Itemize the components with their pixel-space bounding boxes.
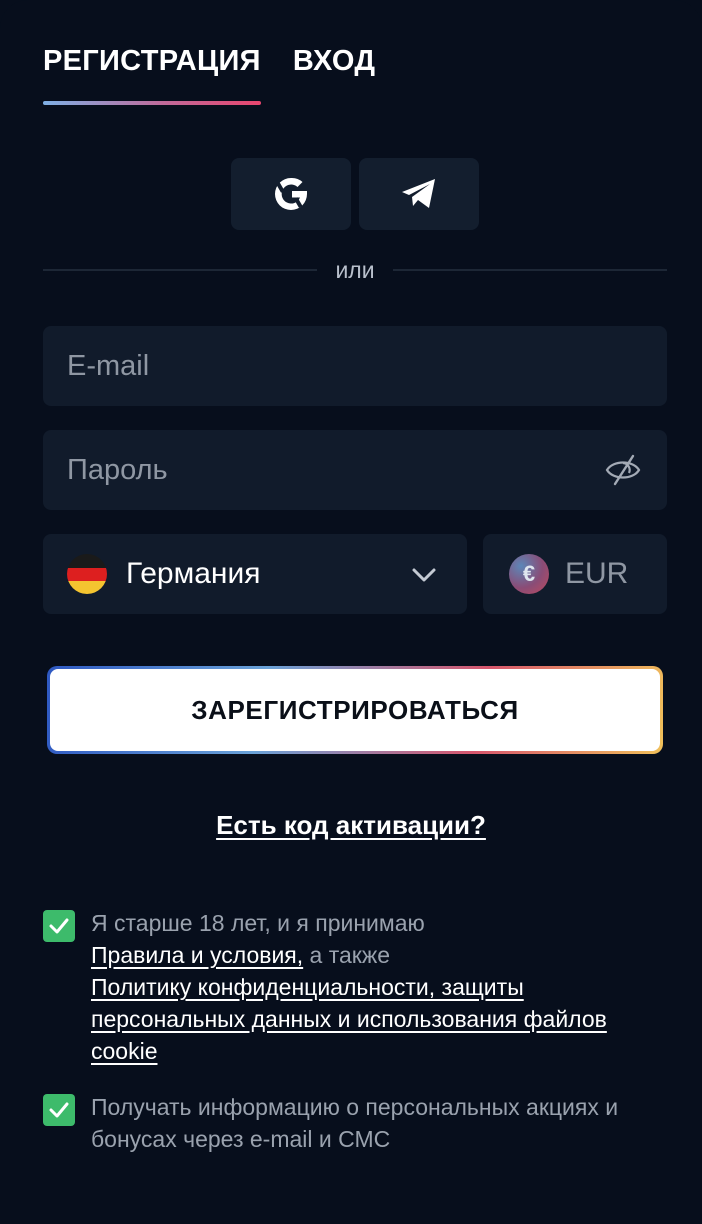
telegram-login-button[interactable] (359, 158, 479, 230)
register-button[interactable]: ЗАРЕГИСТРИРОВАТЬСЯ (50, 669, 660, 751)
chevron-down-icon (412, 568, 436, 582)
consent-text: Я старше 18 лет, и я принимаю Правила и … (91, 907, 667, 1067)
checkmark-icon (49, 1102, 69, 1118)
checkmark-icon (49, 918, 69, 934)
divider-line-left (43, 269, 318, 271)
eye-off-icon[interactable] (603, 450, 643, 490)
auth-tabs: РЕГИСТРАЦИЯ ВХОД (43, 38, 375, 105)
tab-registration[interactable]: РЕГИСТРАЦИЯ (43, 38, 261, 105)
registration-panel: РЕГИСТРАЦИЯ ВХОД или E-mail Германия € E… (0, 0, 702, 1224)
email-input[interactable] (43, 326, 667, 406)
or-divider: или (43, 254, 667, 286)
divider-line-right (392, 269, 667, 271)
euro-icon: € (509, 554, 549, 594)
consent-checkbox[interactable] (43, 910, 75, 942)
register-button-border: ЗАРЕГИСТРИРОВАТЬСЯ (47, 666, 663, 754)
privacy-link[interactable]: Политику конфиденциальности, защиты перс… (91, 974, 607, 1064)
social-login (231, 158, 479, 230)
activation-code-link[interactable]: Есть код активации? (216, 810, 486, 840)
divider-text: или (335, 256, 375, 283)
promo-checkbox[interactable] (43, 1094, 75, 1126)
google-icon (275, 177, 307, 210)
telegram-icon (402, 179, 435, 208)
activation-code-row: Есть код активации? (0, 810, 702, 841)
promo-text: Получать информацию о персональных акция… (91, 1094, 619, 1152)
currency-select[interactable]: € EUR (483, 534, 667, 614)
consent-line: Я старше 18 лет, и я принимаю (91, 910, 425, 936)
germany-flag-icon (67, 554, 107, 594)
email-field-container (43, 326, 667, 406)
country-label: Германия (126, 557, 261, 590)
google-login-button[interactable] (231, 158, 351, 230)
terms-link[interactable]: Правила и условия, (91, 942, 303, 968)
password-input[interactable] (43, 430, 667, 510)
tab-login[interactable]: ВХОД (293, 38, 375, 84)
currency-label: EUR (565, 557, 629, 590)
password-field-container (43, 430, 667, 510)
consent-also: а также (303, 942, 391, 968)
country-select[interactable]: Германия (43, 534, 467, 614)
